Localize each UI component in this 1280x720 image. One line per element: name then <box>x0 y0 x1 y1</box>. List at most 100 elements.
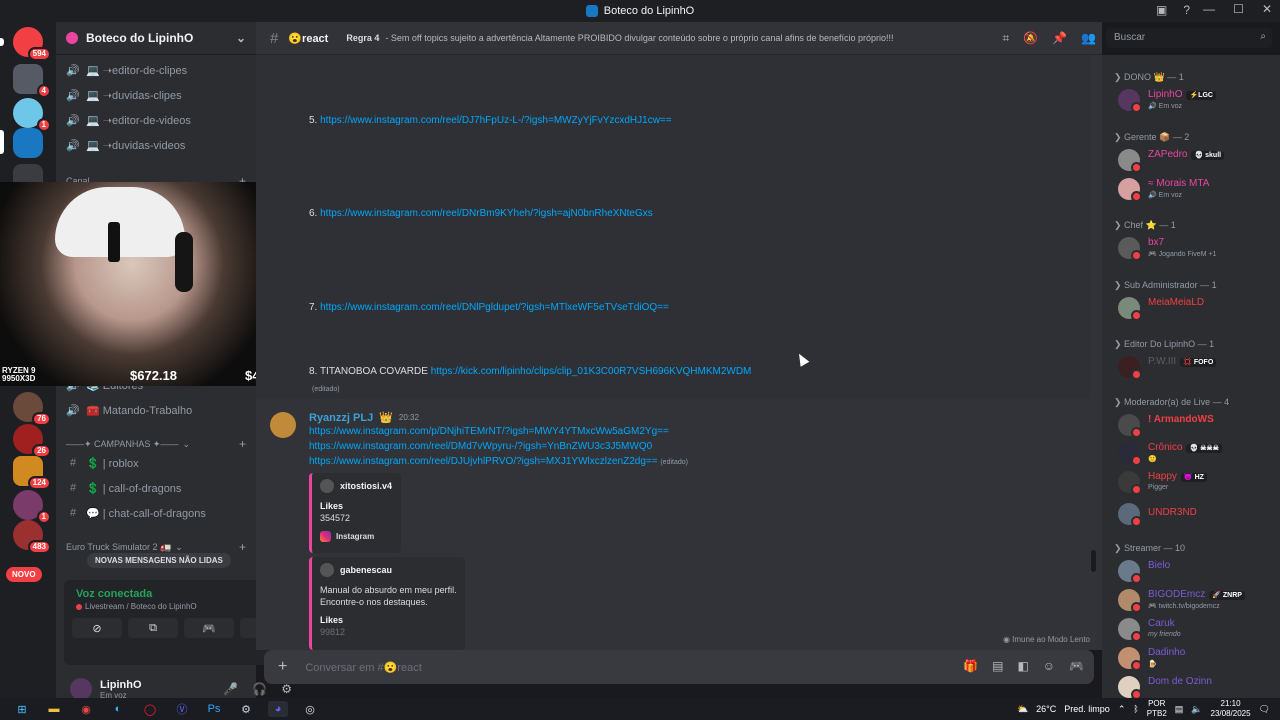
server-icon-2[interactable]: 1 <box>13 98 51 132</box>
server-icon-boteco[interactable] <box>13 128 43 158</box>
member-item[interactable]: Happy 😈 HZ Pigger <box>1118 469 1278 495</box>
threads-icon[interactable]: ⌗ <box>1002 31 1009 46</box>
member-item[interactable]: Bielo <box>1118 558 1278 584</box>
category-campanhas[interactable]: ——✦ CAMPANHAS ✦—— ⌄ + <box>66 437 246 451</box>
pin-icon[interactable]: 📌 <box>1052 31 1067 46</box>
minimize-button[interactable]: — <box>1203 2 1215 16</box>
message-composer[interactable]: + Conversar em #😮react 🎁 ▤ ◧ ☺ 🎮 <box>264 650 1094 684</box>
vpn-icon[interactable]: Ⓥ <box>172 701 192 717</box>
headphones-icon[interactable]: 🎧 <box>252 682 267 696</box>
channel-topic[interactable]: Regra 4 - Sem off topics sujeito a advert… <box>346 33 906 43</box>
embed-author[interactable]: xitostiosi.v4 <box>320 479 393 493</box>
sticker-icon[interactable]: ◧ <box>1017 659 1028 673</box>
channel-item[interactable]: # 💲 | call-of-dragons <box>66 478 182 498</box>
screen-share-button[interactable]: ⧉ <box>128 618 178 638</box>
member-item[interactable]: bx7 🎮 Jogando FiveM +1 <box>1118 235 1278 261</box>
member-item[interactable]: Dadinho 🍺 <box>1118 645 1278 671</box>
steam-icon[interactable]: ⚙ <box>236 701 256 717</box>
role-header[interactable]: ❯ Moderador(a) de Live — 4 <box>1114 397 1229 408</box>
message-link[interactable]: https://www.instagram.com/p/DNjhiTEMrNT/… <box>309 426 669 437</box>
member-item[interactable]: UNDR3ND <box>1118 501 1278 527</box>
file-explorer-icon[interactable]: ▬ <box>44 701 64 717</box>
category-euro-truck[interactable]: Euro Truck Simulator 2 🚛 ⌄ + <box>66 540 246 554</box>
apps-icon[interactable]: 🎮 <box>1069 659 1084 673</box>
embed-author[interactable]: gabenescau <box>320 563 457 577</box>
gif-icon[interactable]: ▤ <box>992 659 1003 673</box>
member-item[interactable]: ! ArmandoWS <box>1118 412 1278 438</box>
photoshop-icon[interactable]: Ps <box>204 701 224 717</box>
member-item[interactable]: ≈ Morais MTA 🔊 Em voz <box>1118 176 1278 202</box>
emoji-icon[interactable]: ☺ <box>1043 659 1055 673</box>
role-header[interactable]: ❯ DONO 👑 — 1 <box>1114 72 1184 83</box>
members-icon[interactable]: 👥 <box>1081 31 1096 46</box>
avatar[interactable] <box>270 412 296 438</box>
server-header[interactable]: Boteco do LipinhO ⌄ <box>56 22 256 55</box>
channel-item[interactable]: 🔊 💻 ➝editor-de-clipes <box>66 60 187 80</box>
member-item[interactable]: P.W.III 💢 FOFO <box>1118 354 1278 380</box>
channel-item[interactable]: 🔊 💻 ➝editor-de-videos <box>66 110 191 130</box>
role-header[interactable]: ❯ Gerente 📦 — 2 <box>1114 132 1189 143</box>
network-icon[interactable]: ▤ <box>1175 704 1184 715</box>
language-indicator[interactable]: POR PTB2 <box>1147 699 1167 719</box>
bluetooth-icon[interactable]: ᛒ <box>1133 704 1138 714</box>
member-item[interactable]: Crônico 💀 ☠☠☠ 🙂 <box>1118 440 1278 466</box>
volume-icon[interactable]: 🔈 <box>1191 704 1202 715</box>
role-header[interactable]: ❯ Chef ⭐ — 1 <box>1114 220 1176 231</box>
chrome-icon[interactable]: ◉ <box>76 701 96 717</box>
author-name[interactable]: Ryanzzj PLJ <box>309 412 373 424</box>
chevron-up-icon[interactable]: ⌃ <box>1118 704 1126 715</box>
channel-item[interactable]: # 💲 | roblox <box>66 453 139 473</box>
member-item[interactable]: BIGODEmcz 🚀 ZNRP 🎮 twitch.tv/bigodemcz <box>1118 587 1278 613</box>
message-link[interactable]: https://kick.com/lipinho/clips/clip_01K3… <box>431 366 752 377</box>
clock[interactable]: 21:10 23/08/2025 <box>1211 699 1251 719</box>
server-icon-5[interactable]: 76 <box>13 392 51 426</box>
camera-off-button[interactable]: ⊘ <box>72 618 122 638</box>
server-icon-0[interactable]: 594 <box>13 27 51 61</box>
search-input[interactable]: Buscar ⌕ <box>1106 28 1272 48</box>
discord-icon[interactable]: ◕ <box>268 701 288 717</box>
user-info[interactable]: LipinhO Em voz <box>92 679 142 700</box>
member-item[interactable]: MeiaMeiaLD <box>1118 295 1278 321</box>
message-link[interactable]: https://www.instagram.com/reel/DNlPgldup… <box>320 302 669 313</box>
close-button[interactable]: ✕ <box>1262 2 1272 16</box>
message-link[interactable]: https://www.instagram.com/reel/DJUjvhlPR… <box>309 456 658 467</box>
voice-channel-info[interactable]: Livestream / Boteco do LipinhO <box>76 602 197 611</box>
channel-item[interactable]: 🔊 🧰 Matando-Trabalho <box>66 400 192 420</box>
mute-icon[interactable]: 🔕 <box>1023 31 1038 46</box>
message-link[interactable]: https://www.instagram.com/reel/DNrBm9KYh… <box>320 208 653 219</box>
server-icon-1[interactable]: 4 <box>13 64 51 98</box>
windows-start-icon[interactable]: ⊞ <box>12 701 32 717</box>
scrollbar[interactable] <box>1091 550 1096 572</box>
gear-icon[interactable]: ⚙ <box>281 682 292 696</box>
activity-button[interactable]: 🎮 <box>184 618 234 638</box>
obs-icon[interactable]: ◎ <box>300 701 320 717</box>
edge-icon[interactable]: ◐ <box>108 701 128 717</box>
member-item[interactable]: LipinhO ⚡LGC 🔊 Em voz <box>1118 87 1278 113</box>
add-channel-icon[interactable]: + <box>239 437 246 451</box>
server-icon-9[interactable]: 483 <box>13 520 51 554</box>
notification-icon[interactable]: 🗨 <box>1259 704 1270 715</box>
role-header[interactable]: ❯ Sub Administrador — 1 <box>1114 280 1217 291</box>
help-icon[interactable]: ? <box>1183 3 1190 17</box>
channel-item[interactable]: 🔊 💻 ➝duvidas-videos <box>66 135 185 155</box>
attach-plus-icon[interactable]: + <box>278 658 287 676</box>
member-item[interactable]: Dom de Ozinn <box>1118 674 1278 698</box>
channel-item[interactable]: 🔊 💻 ➝duvidas-clipes <box>66 85 182 105</box>
inbox-icon[interactable]: ▣ <box>1156 3 1167 17</box>
server-icon-8[interactable]: 1 <box>13 490 51 524</box>
weather-temp[interactable]: 26°C <box>1036 704 1056 714</box>
member-item[interactable]: Caruk my friendo <box>1118 616 1278 642</box>
maximize-button[interactable]: ☐ <box>1233 2 1244 16</box>
server-icon-7[interactable]: 124 <box>13 456 51 490</box>
role-header[interactable]: ❯ Editor Do LipinhO — 1 <box>1114 339 1214 350</box>
unread-messages-banner[interactable]: NOVAS MENSAGENS NÃO LIDAS <box>87 553 231 568</box>
add-channel-icon[interactable]: + <box>239 540 246 554</box>
message-link[interactable]: https://www.instagram.com/reel/DJ7hFpUz-… <box>320 115 672 126</box>
message-link[interactable]: https://www.instagram.com/reel/DMd7vWpyr… <box>309 441 652 452</box>
channel-item[interactable]: # 💬 | chat-call-of-dragons <box>66 503 206 523</box>
microphone-icon[interactable]: 🎤 <box>223 682 238 696</box>
role-header[interactable]: ❯ Streamer — 10 <box>1114 543 1185 554</box>
opera-icon[interactable]: ◯ <box>140 701 160 717</box>
server-icon-6[interactable]: 26 <box>13 424 51 458</box>
member-item[interactable]: ZAPedro 💀 skull <box>1118 147 1278 173</box>
